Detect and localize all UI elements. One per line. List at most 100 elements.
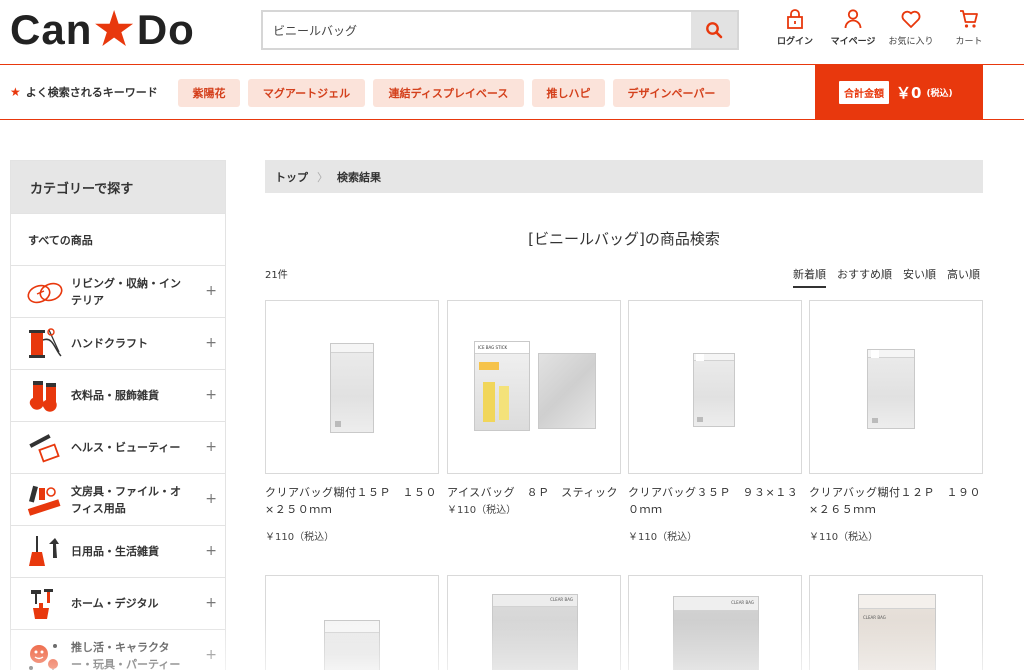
total-value: ￥0: [896, 84, 922, 102]
cando-logo[interactable]: Can ★ Do: [10, 5, 195, 54]
sort-recommended[interactable]: おすすめ順: [837, 266, 892, 288]
expand-icon[interactable]: +: [205, 543, 217, 559]
sort-options: 新着順 おすすめ順 安い順 高い順: [793, 266, 980, 288]
living-icon: [27, 282, 63, 303]
sidebar-item-label: テリア: [71, 293, 104, 307]
expand-icon[interactable]: +: [205, 647, 217, 663]
search-input[interactable]: [263, 12, 691, 48]
favorites-link[interactable]: お気に入り: [882, 8, 940, 47]
clear-bag-image: [867, 349, 915, 429]
clear-bag-package-label: CLEAR BAG: [550, 597, 573, 602]
expand-icon[interactable]: +: [205, 595, 217, 611]
login-label: ログイン: [776, 37, 813, 47]
sidebar-item-stationery[interactable]: 文房具・ファイル・オ フィス用品 +: [11, 473, 225, 525]
clear-bag-package-label: CLEAR BAG: [731, 600, 754, 605]
breadcrumb-home[interactable]: トップ: [275, 169, 308, 185]
beauty-icon: [29, 433, 60, 463]
product-image[interactable]: CLEAR BAG: [628, 575, 802, 670]
heart-icon: [901, 10, 921, 28]
keyword-chip[interactable]: デザインペーパー: [613, 79, 730, 107]
product-image[interactable]: CLEAR BAG: [809, 575, 983, 670]
ice-pack-package: ICE BAG STICK: [474, 341, 530, 431]
keyword-chip[interactable]: マグアートジェル: [248, 79, 365, 107]
login-link[interactable]: ログイン: [766, 8, 824, 47]
product-card[interactable]: ICE BAG STICK アイスバッグ ８Ｐ スティック ￥110（税込）: [447, 300, 621, 516]
result-count: 21件: [265, 270, 288, 281]
product-card[interactable]: クリアバッグ３５Ｐ ９３×１３ ０ｍｍ ￥110（税込）: [628, 300, 802, 543]
product-image[interactable]: [265, 300, 439, 474]
cart-icon: [960, 10, 978, 28]
star-icon: ★: [10, 85, 21, 99]
expand-icon[interactable]: +: [205, 387, 217, 403]
product-image[interactable]: ICE BAG STICK: [447, 300, 621, 474]
sidebar-item-label: リビング・収納・イン: [71, 276, 181, 290]
logo-star-icon: ★: [94, 5, 135, 54]
product-card[interactable]: クリアバッグ糊付１５Ｐ １５０ ×２５０ｍｍ ￥110（税込）: [265, 300, 439, 543]
sidebar-item-all[interactable]: すべての商品: [11, 213, 225, 265]
total-label: 合計金額: [839, 81, 889, 104]
product-name[interactable]: クリアバッグ糊付１２Ｐ １９０ ×２６５ｍｍ: [809, 484, 983, 518]
sidebar-item-label: 日用品・生活雑貨: [71, 545, 159, 558]
breadcrumb-separator-icon: 〉: [317, 170, 328, 184]
keyword-title-text: よく検索されるキーワード: [25, 86, 158, 99]
category-sidebar: カテゴリーで探す すべての商品 リビング・収納・イン テリア + ハンドクラフト …: [10, 160, 226, 670]
sidebar-item-daily-goods[interactable]: 日用品・生活雑貨 +: [11, 525, 225, 577]
logo-text-do: Do: [136, 6, 195, 53]
product-card[interactable]: CLEAR BAG: [628, 575, 802, 670]
sidebar-item-label: ー・玩具・パーティー: [71, 657, 181, 670]
sidebar-item-handcraft[interactable]: ハンドクラフト +: [11, 317, 225, 369]
keyword-chip[interactable]: 推しハピ: [532, 79, 605, 107]
lock-icon: [787, 9, 803, 29]
sidebar-item-label: ホーム・デジタル: [71, 597, 159, 610]
party-icon: [29, 643, 58, 670]
cart-link[interactable]: カート: [940, 8, 998, 47]
product-card[interactable]: [265, 575, 439, 670]
sort-price-low[interactable]: 安い順: [903, 266, 936, 288]
product-image[interactable]: [628, 300, 802, 474]
user-icon: [844, 9, 862, 29]
sidebar-item-clothing[interactable]: 衣料品・服飾雑貨 +: [11, 369, 225, 421]
product-name[interactable]: クリアバッグ糊付１５Ｐ １５０ ×２５０ｍｍ: [265, 484, 439, 518]
sidebar-item-label: ハンドクラフト: [71, 337, 148, 350]
keyword-title: ★ よく検索されるキーワード: [10, 84, 158, 100]
sidebar-item-beauty[interactable]: ヘルス・ビューティー +: [11, 421, 225, 473]
mypage-link[interactable]: マイページ: [824, 8, 882, 47]
header-nav: ログイン マイページ お気に入り カート: [766, 8, 998, 47]
product-name[interactable]: クリアバッグ３５Ｐ ９３×１３ ０ｍｍ: [628, 484, 802, 518]
favorites-label: お気に入り: [888, 37, 934, 47]
product-image[interactable]: [265, 575, 439, 670]
sidebar-title: カテゴリーで探す: [11, 161, 225, 213]
sidebar-item-label: フィス用品: [71, 501, 126, 515]
sidebar-item-home-digital[interactable]: ホーム・デジタル +: [11, 577, 225, 629]
total-tax: (税込): [926, 89, 953, 99]
sort-newest[interactable]: 新着順: [793, 266, 826, 288]
product-name[interactable]: アイスバッグ ８Ｐ スティック: [447, 484, 621, 501]
expand-icon[interactable]: +: [205, 491, 217, 507]
clear-bag-image: [330, 343, 374, 433]
expand-icon[interactable]: +: [205, 335, 217, 351]
sidebar-item-label: ヘルス・ビューティー: [71, 441, 181, 454]
sidebar-item-label: 衣料品・服飾雑貨: [71, 389, 159, 402]
clear-bag-image: CLEAR BAG: [858, 594, 936, 670]
keyword-chip[interactable]: 連結ディスプレイベース: [373, 79, 524, 107]
expand-icon[interactable]: +: [205, 283, 217, 299]
product-card[interactable]: クリアバッグ糊付１２Ｐ １９０ ×２６５ｍｍ ￥110（税込）: [809, 300, 983, 543]
clear-bag-image: CLEAR BAG: [492, 594, 578, 670]
handcraft-icon: [29, 327, 62, 358]
sidebar-item-label: 文房具・ファイル・オ: [71, 484, 181, 498]
sidebar-item-living[interactable]: リビング・収納・イン テリア +: [11, 265, 225, 317]
breadcrumb: トップ 〉 検索結果: [265, 160, 983, 193]
product-image[interactable]: [809, 300, 983, 474]
search-button[interactable]: [691, 12, 737, 48]
product-image[interactable]: CLEAR BAG: [447, 575, 621, 670]
cart-total[interactable]: 合計金額 ￥0 (税込): [815, 65, 983, 120]
clear-bag-package-label: CLEAR BAG: [863, 615, 886, 620]
sort-price-high[interactable]: 高い順: [947, 266, 980, 288]
clear-bag-image: [693, 353, 735, 427]
product-card[interactable]: CLEAR BAG: [447, 575, 621, 670]
expand-icon[interactable]: +: [205, 439, 217, 455]
stationery-icon: [27, 485, 61, 516]
product-card[interactable]: CLEAR BAG: [809, 575, 983, 670]
sidebar-item-party[interactable]: 推し活・キャラクタ ー・玩具・パーティー +: [11, 629, 225, 670]
keyword-chip[interactable]: 紫陽花: [178, 79, 240, 107]
